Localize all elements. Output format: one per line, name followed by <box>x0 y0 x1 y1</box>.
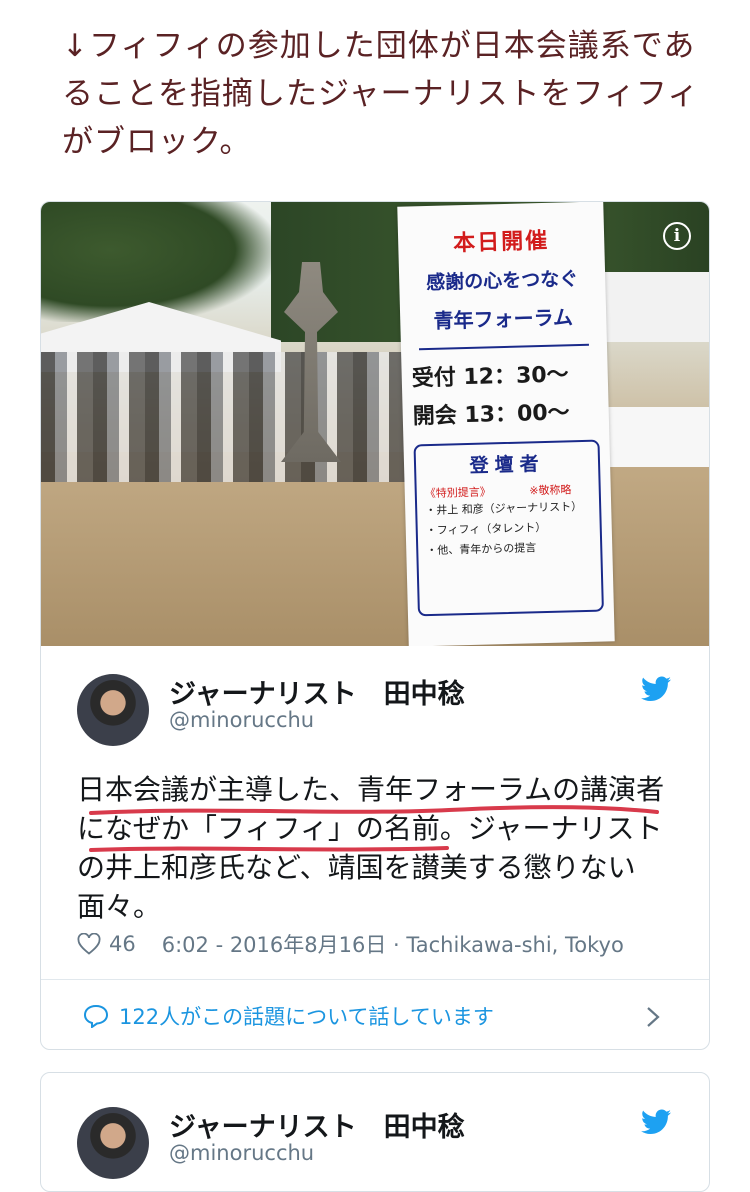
divider <box>41 979 709 980</box>
speech-bubble-icon <box>83 1004 109 1028</box>
twitter-bird-icon[interactable] <box>641 1109 671 1135</box>
twitter-bird-icon[interactable] <box>641 676 671 702</box>
sign-line-1: 本日開催 <box>452 228 550 257</box>
photo-table <box>601 407 709 467</box>
heart-icon[interactable] <box>77 933 101 955</box>
sign-speakers-box: 登壇者 《特別提言》 ※敬称略 ・井上 和彦（ジャーナリスト） ・フィフィ（タレ… <box>413 439 604 617</box>
photo-tent-right <box>601 272 709 342</box>
author-name[interactable]: ジャーナリスト 田中稔 <box>169 672 465 711</box>
chevron-right-icon[interactable] <box>645 1006 661 1028</box>
tweet-photo[interactable]: 本日開催 感謝の心をつなぐ 青年フォーラム 受付 12：30〜 開会 13：00… <box>41 202 709 646</box>
conversation-text: 122人がこの話題について話しています <box>119 1005 494 1029</box>
author-name[interactable]: ジャーナリスト 田中稔 <box>169 1105 465 1144</box>
intro-text: ↓フィフィの参加した団体が日本会議系であることを指摘したジャーナリストをフィフィ… <box>62 28 700 160</box>
photo-trees-left <box>41 202 271 322</box>
timestamp-location[interactable]: 6:02 - 2016年8月16日 · Tachikawa-shi, Tokyo <box>162 929 624 959</box>
embedded-tweet-card-2[interactable]: ジャーナリスト 田中稔 @minorucchu <box>40 1072 710 1192</box>
sign-reception: 受付 12：30〜 <box>411 362 569 392</box>
red-underline-2 <box>89 846 449 852</box>
sign-speaker-3: ・他、青年からの提言 <box>426 541 537 558</box>
sign-line-2: 感謝の心をつなぐ <box>425 268 579 295</box>
sign-rule <box>418 343 589 351</box>
red-underline-1 <box>89 805 659 815</box>
avatar[interactable] <box>77 1107 149 1179</box>
embedded-tweet-card[interactable]: 本日開催 感謝の心をつなぐ 青年フォーラム 受付 12：30〜 開会 13：00… <box>40 201 710 1050</box>
conversation-link[interactable]: 122人がこの話題について話しています <box>83 1001 494 1031</box>
avatar[interactable] <box>77 674 149 746</box>
photo-crowd <box>41 352 461 482</box>
info-icon[interactable]: i <box>663 222 691 250</box>
author-handle[interactable]: @minorucchu <box>169 708 314 732</box>
sign-line-3: 青年フォーラム <box>433 305 574 333</box>
like-count[interactable]: 46 <box>109 932 136 956</box>
tweet-meta: 46 6:02 - 2016年8月16日 · Tachikawa-shi, To… <box>77 929 624 959</box>
event-sign: 本日開催 感謝の心をつなぐ 青年フォーラム 受付 12：30〜 開会 13：00… <box>397 202 615 646</box>
sign-speakers-heading: 登壇者 <box>469 453 545 477</box>
author-handle[interactable]: @minorucchu <box>169 1141 314 1165</box>
sign-opening: 開会 13：00〜 <box>412 400 570 430</box>
